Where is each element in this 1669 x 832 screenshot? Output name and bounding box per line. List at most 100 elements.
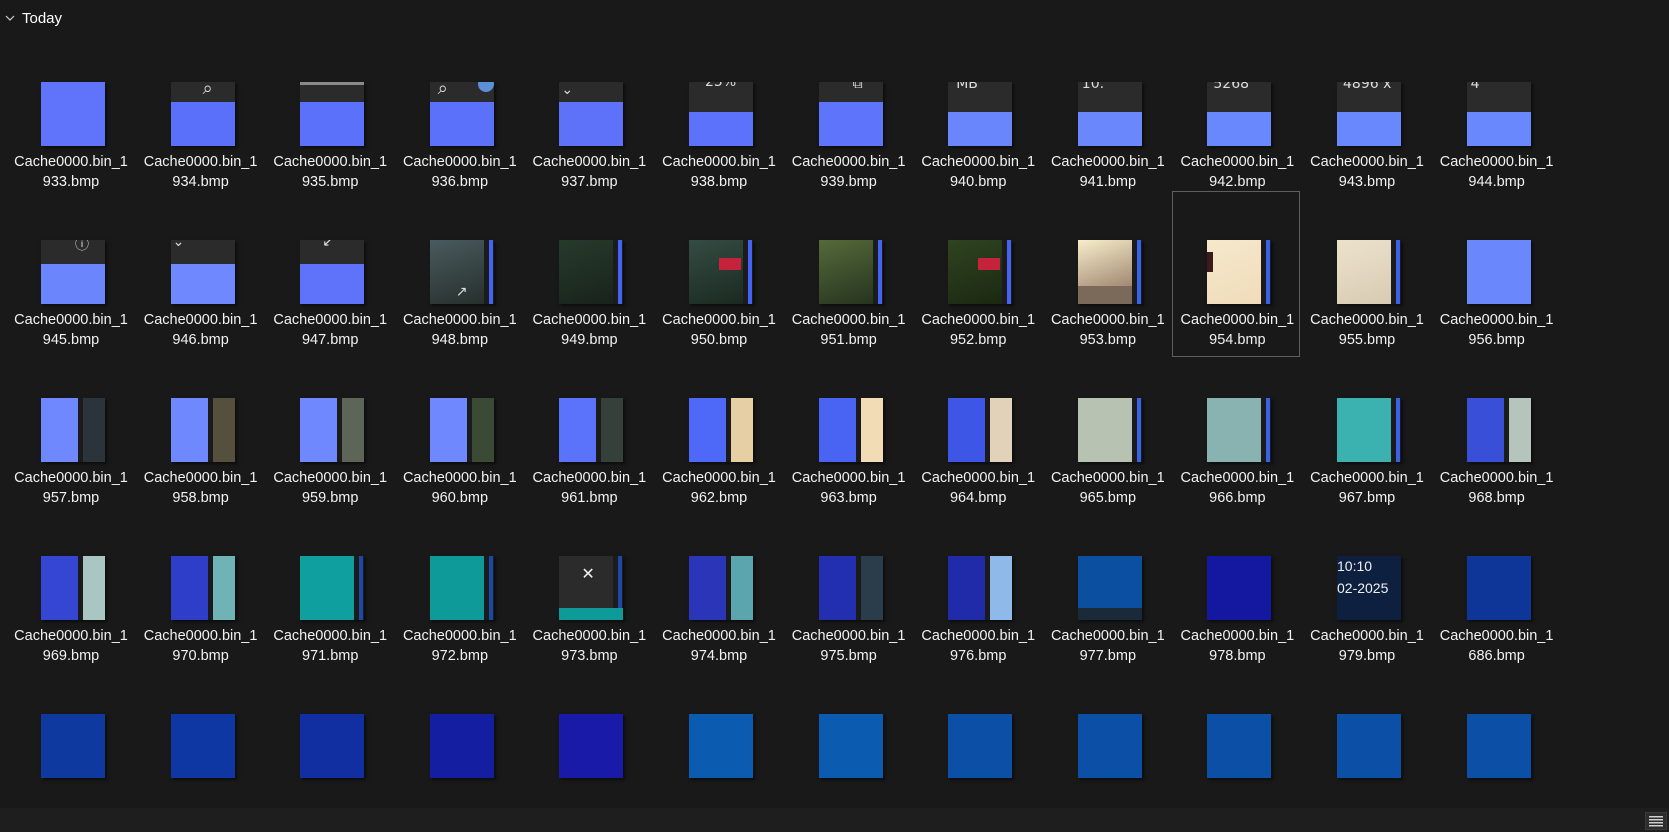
- file-item[interactable]: Cache0000.bin_1 951.bmp: [784, 191, 912, 357]
- file-item[interactable]: [136, 665, 264, 831]
- file-item[interactable]: Cache0000.bin_1 960.bmp: [395, 349, 523, 515]
- file-name-line-1: Cache0000.bin_1: [1180, 628, 1295, 644]
- thumbnail-glyph: ⓘ: [75, 240, 89, 253]
- file-item[interactable]: Cache0000.bin_1 971.bmp: [265, 507, 393, 673]
- file-item[interactable]: ↙ Cache0000.bin_1 947.bmp: [265, 191, 393, 357]
- file-item[interactable]: 25% Cache0000.bin_1 938.bmp: [654, 33, 782, 199]
- file-thumbnail: [1077, 714, 1142, 778]
- file-item[interactable]: Cache0000.bin_1 964.bmp: [913, 349, 1041, 515]
- file-item[interactable]: Cache0000.bin_1 956.bmp: [1432, 191, 1560, 357]
- file-item[interactable]: [524, 665, 652, 831]
- file-item[interactable]: ✕ Cache0000.bin_1 973.bmp: [524, 507, 652, 673]
- file-item[interactable]: 10:10 02-2025 Cache0000.bin_1 979.bmp: [1302, 507, 1430, 673]
- file-item[interactable]: Cache0000.bin_1 958.bmp: [136, 349, 264, 515]
- file-item[interactable]: ⌕ Cache0000.bin_1 934.bmp: [136, 33, 264, 199]
- file-name-line-2: 977.bmp: [1079, 648, 1137, 664]
- file-item[interactable]: [1302, 665, 1430, 831]
- file-item[interactable]: Cache0000.bin_1 959.bmp: [265, 349, 393, 515]
- thumbnail-glyph: ↙: [322, 240, 334, 250]
- file-name-line-1: Cache0000.bin_1: [402, 154, 517, 170]
- file-name: Cache0000.bin_1 959.bmp: [266, 468, 394, 508]
- file-item[interactable]: [1432, 665, 1560, 831]
- file-item[interactable]: Cache0000.bin_1 935.bmp: [265, 33, 393, 199]
- file-thumbnail: [41, 556, 105, 620]
- file-item[interactable]: [395, 665, 523, 831]
- file-item[interactable]: 10. Cache0000.bin_1 941.bmp: [1043, 33, 1171, 199]
- file-item[interactable]: ⌄ Cache0000.bin_1 937.bmp: [524, 33, 652, 199]
- file-name-line-2: 950.bmp: [690, 332, 748, 348]
- file-name-line-2: 976.bmp: [949, 648, 1007, 664]
- file-item[interactable]: Cache0000.bin_1 949.bmp: [524, 191, 652, 357]
- file-thumbnail: [948, 556, 1013, 620]
- file-item[interactable]: Cache0000.bin_1 950.bmp: [654, 191, 782, 357]
- file-name: Cache0000.bin_1 937.bmp: [525, 152, 653, 192]
- file-item[interactable]: [265, 665, 393, 831]
- file-item[interactable]: Cache0000.bin_1 977.bmp: [1043, 507, 1171, 673]
- file-thumbnail: [948, 398, 1013, 462]
- thumbnail-glyph: 10.: [1081, 82, 1105, 92]
- file-item[interactable]: Cache0000.bin_1 975.bmp: [784, 507, 912, 673]
- file-name-line-1: Cache0000.bin_1: [791, 312, 906, 328]
- file-item[interactable]: Cache0000.bin_1 961.bmp: [524, 349, 652, 515]
- file-item[interactable]: [6, 665, 134, 831]
- file-item[interactable]: Cache0000.bin_1 968.bmp: [1432, 349, 1560, 515]
- file-item[interactable]: Cache0000.bin_1 933.bmp: [6, 33, 134, 199]
- file-item[interactable]: Cache0000.bin_1 972.bmp: [395, 507, 523, 673]
- file-item[interactable]: [654, 665, 782, 831]
- file-thumbnail: [1337, 240, 1401, 304]
- file-name-line-2: 962.bmp: [690, 490, 748, 506]
- thumbnail-glyph: ✕: [581, 564, 595, 583]
- file-item[interactable]: Cache0000.bin_1 967.bmp: [1302, 349, 1430, 515]
- file-item[interactable]: Cache0000.bin_1 952.bmp: [913, 191, 1041, 357]
- file-thumbnail: 10:10 02-2025: [1337, 556, 1401, 620]
- file-name-line-1: Cache0000.bin_1: [1439, 628, 1554, 644]
- details-view-button[interactable]: [1645, 812, 1667, 830]
- file-thumbnail: ⌕: [170, 82, 235, 146]
- file-thumbnail: ⌄: [559, 82, 624, 146]
- file-thumbnail: [948, 240, 1013, 304]
- file-item[interactable]: ⌕ Cache0000.bin_1 936.bmp: [395, 33, 523, 199]
- file-item[interactable]: Cache0000.bin_1 954.bmp: [1172, 191, 1301, 357]
- file-thumbnail: ⌄: [170, 240, 235, 304]
- file-thumbnail: [689, 398, 753, 462]
- file-item[interactable]: Cache0000.bin_1 962.bmp: [654, 349, 782, 515]
- file-item[interactable]: Cache0000.bin_1 966.bmp: [1172, 349, 1300, 515]
- file-name-line-1: Cache0000.bin_1: [273, 470, 388, 486]
- file-item[interactable]: Cache0000.bin_1 965.bmp: [1043, 349, 1171, 515]
- file-item[interactable]: ↗ Cache0000.bin_1 948.bmp: [395, 191, 523, 357]
- file-item[interactable]: Cache0000.bin_1 953.bmp: [1043, 191, 1171, 357]
- file-item[interactable]: [913, 665, 1041, 831]
- file-item[interactable]: ⌄ Cache0000.bin_1 946.bmp: [136, 191, 264, 357]
- file-name-line-2: 953.bmp: [1079, 332, 1137, 348]
- file-item[interactable]: Cache0000.bin_1 955.bmp: [1302, 191, 1430, 357]
- file-item[interactable]: Cache0000.bin_1 976.bmp: [913, 507, 1041, 673]
- file-name: Cache0000.bin_1 967.bmp: [1303, 468, 1431, 508]
- file-item[interactable]: Cache0000.bin_1 969.bmp: [6, 507, 134, 673]
- file-item[interactable]: 5268 Cache0000.bin_1 942.bmp: [1172, 33, 1300, 199]
- file-item[interactable]: Cache0000.bin_1 978.bmp: [1172, 507, 1300, 673]
- file-item[interactable]: MB Cache0000.bin_1 940.bmp: [913, 33, 1041, 199]
- file-thumbnail: [689, 556, 753, 620]
- file-item[interactable]: [1172, 665, 1300, 831]
- file-item[interactable]: Cache0000.bin_1 686.bmp: [1432, 507, 1560, 673]
- file-item[interactable]: 4 Cache0000.bin_1 944.bmp: [1432, 33, 1560, 199]
- file-name: Cache0000.bin_1 972.bmp: [396, 626, 524, 666]
- file-name-line-2: 945.bmp: [42, 332, 100, 348]
- file-item[interactable]: Cache0000.bin_1 974.bmp: [654, 507, 782, 673]
- file-name-line-2: 978.bmp: [1209, 648, 1266, 664]
- file-item[interactable]: Cache0000.bin_1 963.bmp: [784, 349, 912, 515]
- file-thumbnail: [1077, 398, 1142, 462]
- file-item[interactable]: ⧉ Cache0000.bin_1 939.bmp: [784, 33, 912, 199]
- file-item[interactable]: ⓘ Cache0000.bin_1 945.bmp: [6, 191, 134, 357]
- file-name-line-2: 952.bmp: [949, 332, 1007, 348]
- file-item[interactable]: [784, 665, 912, 831]
- file-thumbnail: [559, 398, 624, 462]
- details-view-icon: [1649, 816, 1663, 827]
- file-thumbnail: [170, 714, 235, 778]
- file-item[interactable]: 4896 x Cache0000.bin_1 943.bmp: [1302, 33, 1430, 199]
- file-item[interactable]: Cache0000.bin_1 957.bmp: [6, 349, 134, 515]
- file-name-line-1: Cache0000.bin_1: [921, 628, 1036, 644]
- file-item[interactable]: [1043, 665, 1171, 831]
- file-item[interactable]: Cache0000.bin_1 970.bmp: [136, 507, 264, 673]
- file-name-line-1: Cache0000.bin_1: [273, 154, 388, 170]
